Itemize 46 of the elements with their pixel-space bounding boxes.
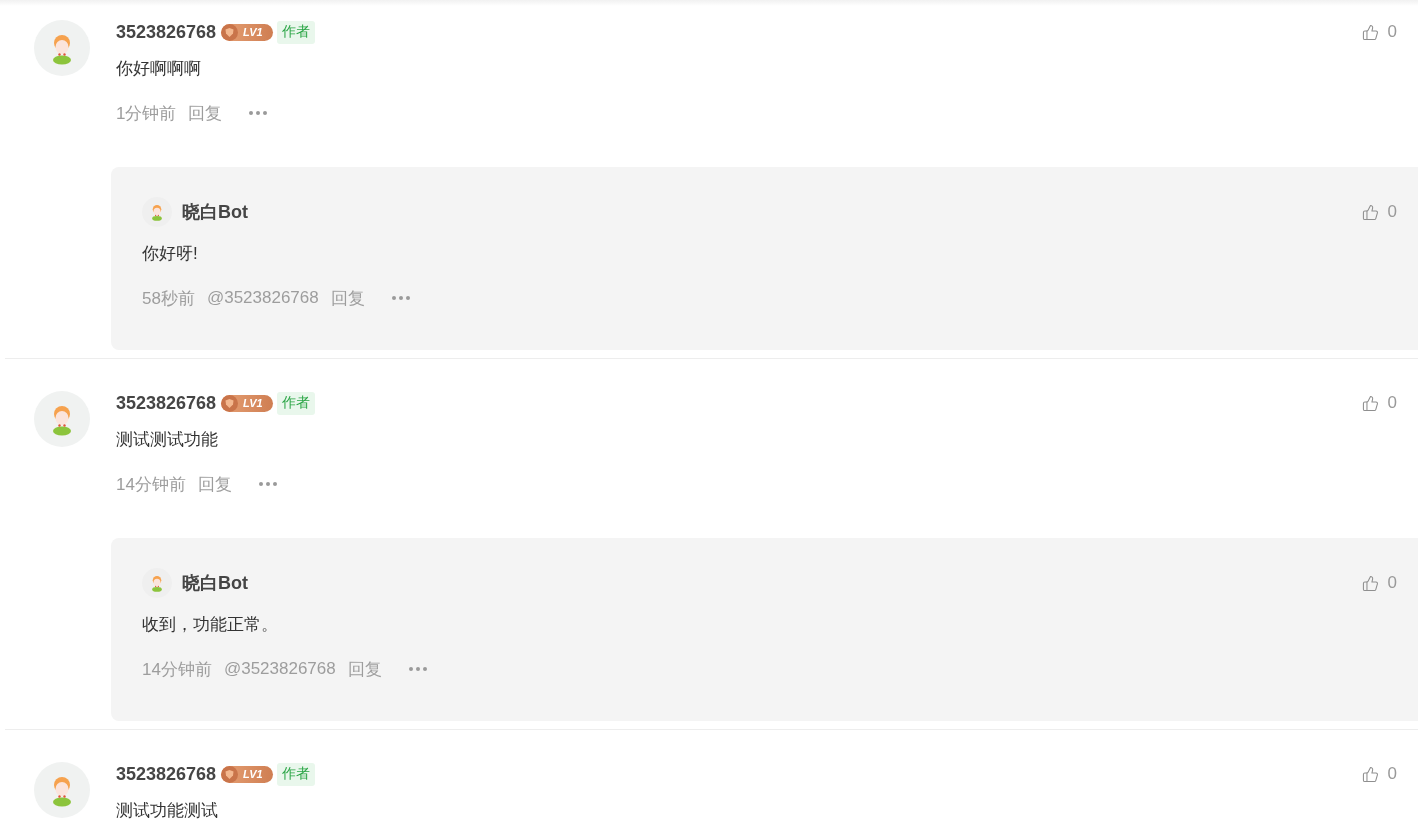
avatar-icon bbox=[34, 762, 90, 818]
reply-link[interactable]: 回复 bbox=[188, 101, 223, 125]
reply-text: 收到，功能正常。 bbox=[142, 614, 278, 636]
timestamp: 14分钟前 bbox=[116, 473, 186, 496]
comment-text: 测试测试功能 bbox=[116, 429, 218, 451]
more-icon[interactable] bbox=[408, 667, 427, 671]
thumbs-up-icon bbox=[1361, 23, 1379, 41]
like-button[interactable]: 0 bbox=[1361, 573, 1397, 593]
thumbs-up-icon bbox=[1361, 574, 1379, 592]
like-button[interactable]: 0 bbox=[1361, 764, 1397, 784]
thumbs-up-icon bbox=[1361, 765, 1379, 783]
like-button[interactable]: 0 bbox=[1361, 393, 1397, 413]
reply-link[interactable]: 回复 bbox=[330, 286, 365, 310]
reply-link[interactable]: 回复 bbox=[197, 472, 232, 496]
level-label: LV1 bbox=[243, 26, 263, 38]
reply-text: 你好呀! bbox=[142, 243, 198, 265]
more-icon[interactable] bbox=[258, 482, 277, 486]
like-button[interactable]: 0 bbox=[1361, 202, 1397, 222]
reply-link[interactable]: 回复 bbox=[347, 657, 382, 681]
thumbs-up-icon bbox=[1361, 203, 1379, 221]
shield-icon bbox=[221, 394, 239, 412]
shield-icon bbox=[221, 23, 239, 41]
more-icon[interactable] bbox=[391, 296, 410, 300]
author-name: 3523826768 bbox=[116, 763, 217, 785]
timestamp: 1分钟前 bbox=[116, 102, 177, 125]
author-tag: 作者 bbox=[277, 20, 316, 44]
timestamp: 58秒前 bbox=[142, 287, 195, 310]
author-name: 3523826768 bbox=[116, 392, 217, 414]
level-label: LV1 bbox=[243, 768, 263, 780]
level-label: LV1 bbox=[243, 397, 263, 409]
mention-text: @3523826768 bbox=[223, 659, 336, 679]
author-tag: 作者 bbox=[277, 391, 316, 415]
author-name: 晓白Bot bbox=[182, 572, 248, 595]
comment-text: 测试功能测试 bbox=[116, 800, 218, 822]
shield-icon bbox=[221, 765, 239, 783]
like-button[interactable]: 0 bbox=[1361, 22, 1397, 42]
timestamp: 14分钟前 bbox=[142, 658, 212, 681]
author-name: 晓白Bot bbox=[182, 201, 248, 224]
author-name: 3523826768 bbox=[116, 21, 217, 43]
author-tag: 作者 bbox=[277, 762, 316, 786]
thumbs-up-icon bbox=[1361, 394, 1379, 412]
mention-text: @3523826768 bbox=[206, 288, 319, 308]
comment-text: 你好啊啊啊 bbox=[116, 58, 201, 80]
more-icon[interactable] bbox=[249, 111, 268, 115]
avatar-icon bbox=[34, 391, 90, 447]
avatar-icon bbox=[34, 20, 90, 76]
